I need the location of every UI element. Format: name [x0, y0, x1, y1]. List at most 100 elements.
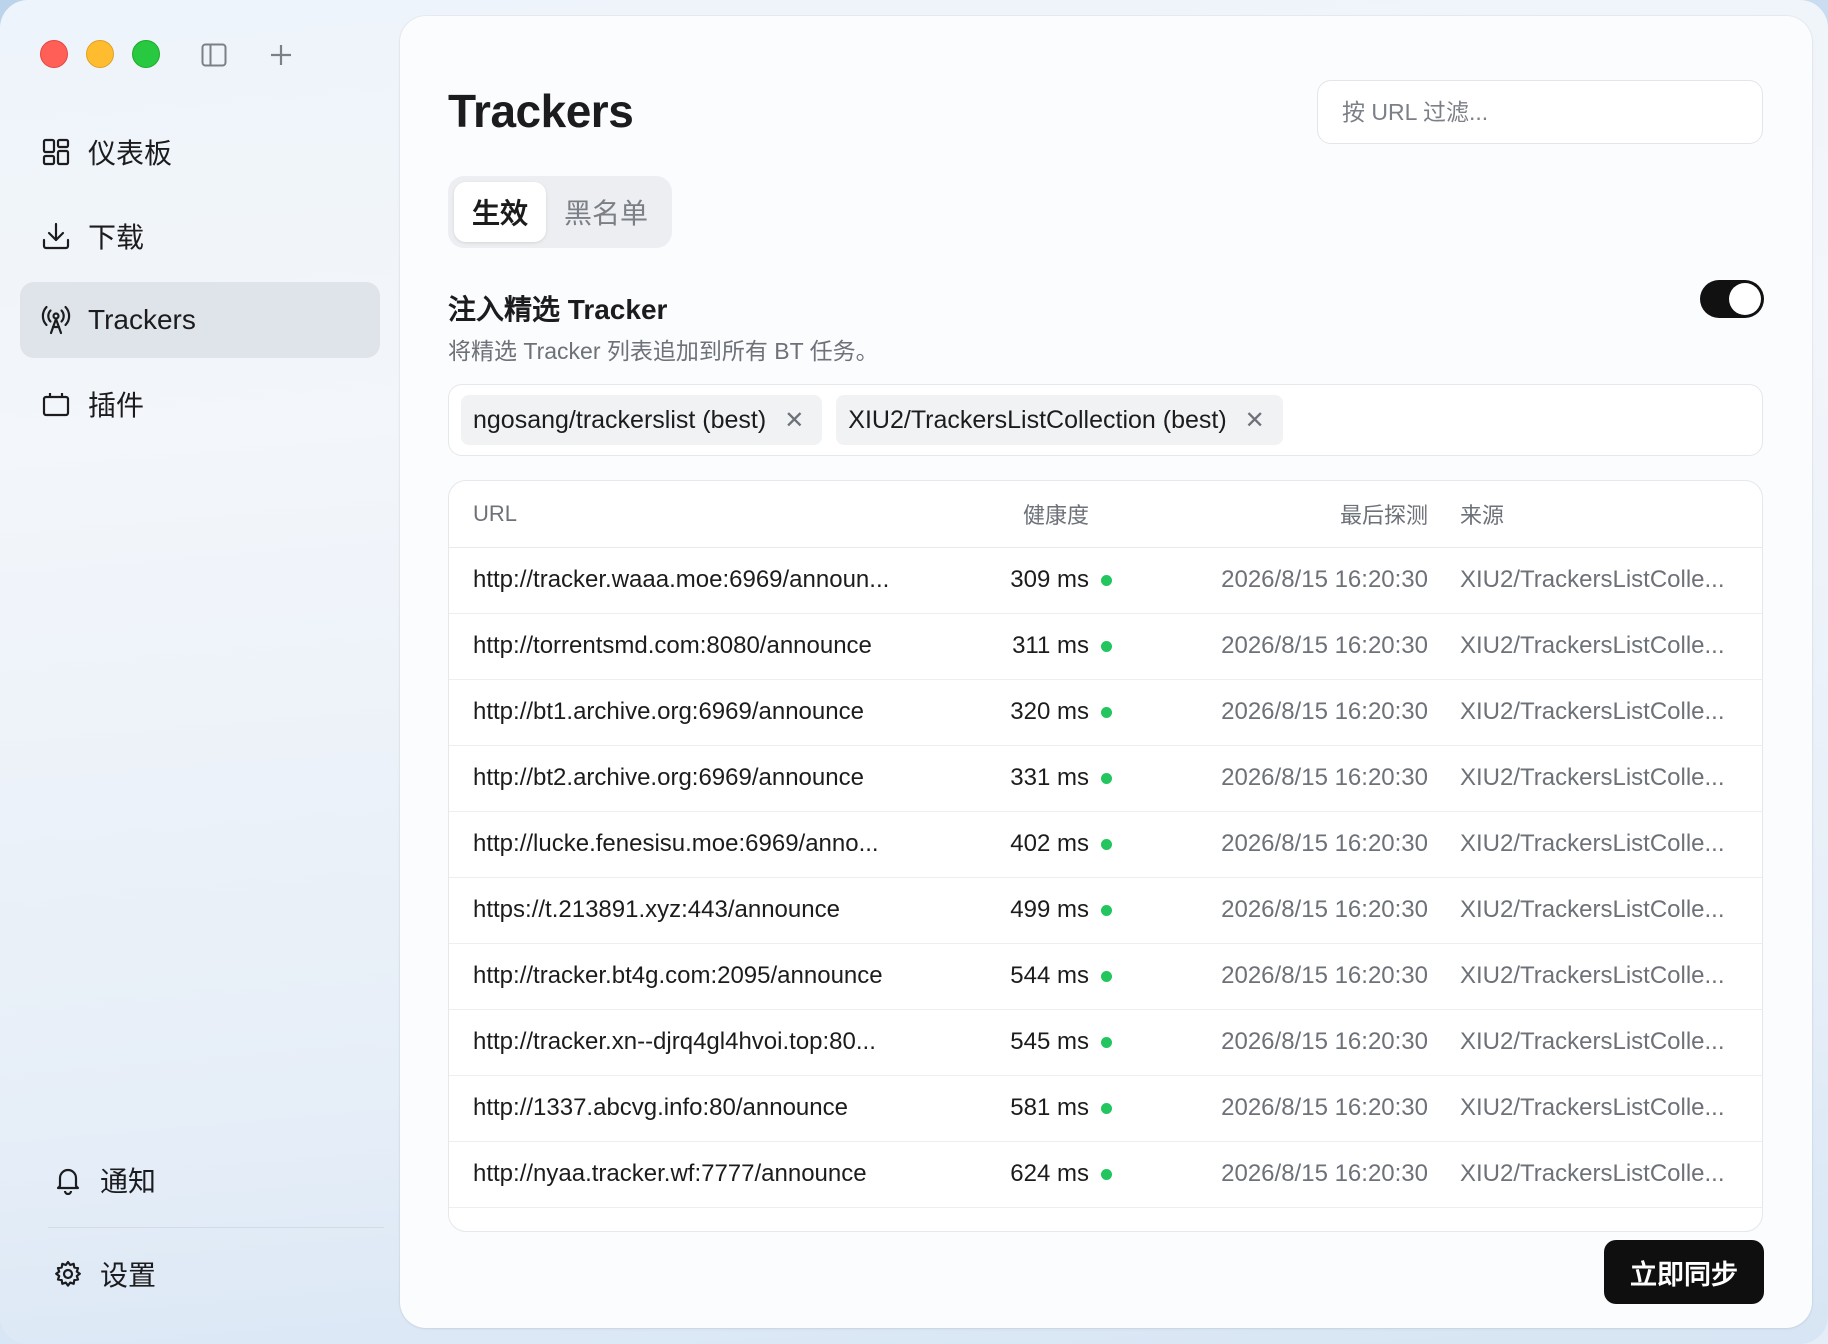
bell-icon — [52, 1164, 84, 1196]
tracker-latency: 624 ms — [979, 1141, 1089, 1208]
url-filter-input[interactable] — [1317, 80, 1763, 144]
tracker-url: http://tracker.xn--djrq4gl4hvoi.top:80..… — [449, 1009, 979, 1076]
inject-toggle[interactable] — [1700, 280, 1764, 318]
tracker-url: http://1337.abcvg.info:80/announce — [449, 1075, 979, 1142]
table-row[interactable]: http://1337.abcvg.info:80/announce 581 ms… — [449, 1075, 1762, 1142]
table-row[interactable]: http://tracker.bt4g.com:2095/announce 544… — [449, 943, 1762, 1010]
zoom-window-button[interactable] — [132, 40, 160, 68]
table-row[interactable]: http://tracker.xn--djrq4gl4hvoi.top:80..… — [449, 1009, 1762, 1076]
source-chip-label: XIU2/TrackersListCollection (best) — [848, 405, 1227, 434]
tracker-latency: 581 ms — [979, 1075, 1089, 1142]
table-row[interactable]: http://bt1.archive.org:6969/announce 320 … — [449, 679, 1762, 746]
tracker-source: XIU2/TrackersListColle... — [1460, 745, 1762, 812]
notifications-item[interactable]: 通知 — [32, 1142, 382, 1226]
antenna-icon — [40, 304, 72, 336]
health-status — [1089, 1075, 1145, 1142]
inject-description: 将精选 Tracker 列表追加到所有 BT 任务。 — [448, 338, 879, 364]
tracker-url: http://bt1.archive.org:6969/announce — [449, 679, 979, 746]
health-status — [1089, 811, 1145, 878]
tracker-url: http://tracker.bt4g.com:2095/announce — [449, 943, 979, 1010]
health-status — [1089, 613, 1145, 680]
column-header-health[interactable]: 健康度 — [979, 481, 1089, 548]
tracker-url: http://lucke.fenesisu.moe:6969/anno... — [449, 811, 979, 878]
window-controls — [40, 40, 160, 68]
health-status — [1089, 547, 1145, 614]
settings-label: 设置 — [100, 1260, 157, 1291]
sidebar-item-plugins[interactable]: 插件 — [20, 366, 380, 442]
last-probe-time: 2026/8/15 16:20:30 — [1145, 811, 1460, 878]
last-probe-time: 2026/8/15 16:20:30 — [1145, 877, 1460, 944]
tracker-source: XIU2/TrackersListColle... — [1460, 547, 1762, 614]
last-probe-time: 2026/8/15 16:20:30 — [1145, 745, 1460, 812]
notifications-label: 通知 — [100, 1166, 157, 1197]
sidebar-item-settings[interactable]: 设置 — [32, 1236, 382, 1312]
column-header-url[interactable]: URL — [449, 481, 979, 548]
column-header-last-probe[interactable]: 最后探测 — [1145, 481, 1460, 548]
tracker-latency: 320 ms — [979, 679, 1089, 746]
table-row[interactable]: http://torrentsmd.com:8080/announce 311 m… — [449, 613, 1762, 680]
table-row[interactable]: https://t.213891.xyz:443/announce 499 ms 2… — [449, 877, 1762, 944]
tracker-latency: 309 ms — [979, 547, 1089, 614]
close-window-button[interactable] — [40, 40, 68, 68]
sync-now-button[interactable]: 立即同步 — [1604, 1240, 1764, 1304]
sidebar-item-downloads[interactable]: 下载 — [20, 198, 380, 274]
sidebar-item-trackers[interactable]: Trackers — [20, 282, 380, 358]
sidebar-toggle-icon[interactable] — [197, 38, 231, 72]
health-status — [1089, 745, 1145, 812]
health-dot-icon — [1101, 1037, 1112, 1049]
last-probe-time: 2026/8/15 16:20:30 — [1145, 547, 1460, 614]
table-row[interactable]: http://bt2.archive.org:6969/announce 331 … — [449, 745, 1762, 812]
sidebar-item-label: 下载 — [88, 222, 145, 253]
table-row[interactable]: http://tracker.waaa.moe:6969/announ... 30… — [449, 547, 1762, 614]
minimize-window-button[interactable] — [86, 40, 114, 68]
health-dot-icon — [1101, 575, 1112, 587]
tab-active[interactable]: 生效 — [454, 182, 546, 242]
remove-icon[interactable]: ✕ — [784, 406, 804, 435]
last-probe-time: 2026/8/15 16:20:30 — [1145, 1075, 1460, 1142]
health-dot-icon — [1101, 971, 1112, 983]
remove-icon[interactable]: ✕ — [1245, 406, 1265, 435]
sidebar-item-label: Trackers — [88, 304, 196, 335]
health-status — [1089, 943, 1145, 1010]
tracker-latency: 544 ms — [979, 943, 1089, 1010]
gear-icon — [52, 1258, 84, 1290]
tab-blacklist[interactable]: 黑名单 — [546, 182, 666, 242]
tracker-url: http://torrentsmd.com:8080/announce — [449, 613, 979, 680]
app-window: 仪表板 下载 Trackers 插件 通知 设置 Trackers 按 URL … — [0, 0, 1828, 1344]
last-probe-time: 2026/8/15 16:20:30 — [1145, 1141, 1460, 1208]
inject-title: 注入精选 Tracker — [448, 294, 668, 325]
tracker-source: XIU2/TrackersListColle... — [1460, 877, 1762, 944]
tracker-latency: 331 ms — [979, 745, 1089, 812]
tracker-tabs: 生效 黑名单 — [448, 176, 672, 248]
tracker-latency: 545 ms — [979, 1009, 1089, 1076]
tracker-source: XIU2/TrackersListColle... — [1460, 943, 1762, 1010]
sidebar-item-notifications[interactable]: 通知 — [32, 1142, 382, 1218]
last-probe-time: 2026/8/15 16:20:30 — [1145, 1009, 1460, 1076]
health-dot-icon — [1101, 773, 1112, 785]
toggle-knob — [1729, 283, 1761, 315]
health-dot-icon — [1101, 1169, 1112, 1181]
main-panel: Trackers 生效 黑名单 注入精选 Tracker 将精选 Tracker… — [400, 16, 1812, 1328]
column-header-source[interactable]: 来源 — [1460, 481, 1762, 548]
last-probe-time: 2026/8/15 16:20:30 — [1145, 943, 1460, 1010]
plugin-icon — [40, 388, 72, 420]
health-dot-icon — [1101, 707, 1112, 719]
source-chip-label: ngosang/trackerslist (best) — [473, 405, 767, 434]
tracker-table: URL 健康度 最后探测 来源 http://tracker.waaa.moe:… — [448, 480, 1763, 1232]
tracker-source: XIU2/TrackersListColle... — [1460, 679, 1762, 746]
column-header-spacer — [1089, 481, 1145, 548]
table-row[interactable]: http://nyaa.tracker.wf:7777/announce 624 … — [449, 1141, 1762, 1208]
tracker-source: XIU2/TrackersListColle... — [1460, 1075, 1762, 1142]
health-dot-icon — [1101, 1103, 1112, 1115]
settings-item[interactable]: 设置 — [32, 1236, 382, 1320]
sidebar-item-dashboard[interactable]: 仪表板 — [20, 114, 380, 190]
tracker-source: XIU2/TrackersListColle... — [1460, 1009, 1762, 1076]
sidebar: 仪表板 下载 Trackers 插件 通知 设置 — [0, 0, 400, 1344]
health-status — [1089, 1141, 1145, 1208]
add-icon[interactable] — [264, 38, 298, 72]
sidebar-divider — [48, 1227, 384, 1228]
health-dot-icon — [1101, 905, 1112, 917]
tracker-source: XIU2/TrackersListColle... — [1460, 1141, 1762, 1208]
tracker-url: http://bt2.archive.org:6969/announce — [449, 745, 979, 812]
table-row[interactable]: http://lucke.fenesisu.moe:6969/anno... 40… — [449, 811, 1762, 878]
